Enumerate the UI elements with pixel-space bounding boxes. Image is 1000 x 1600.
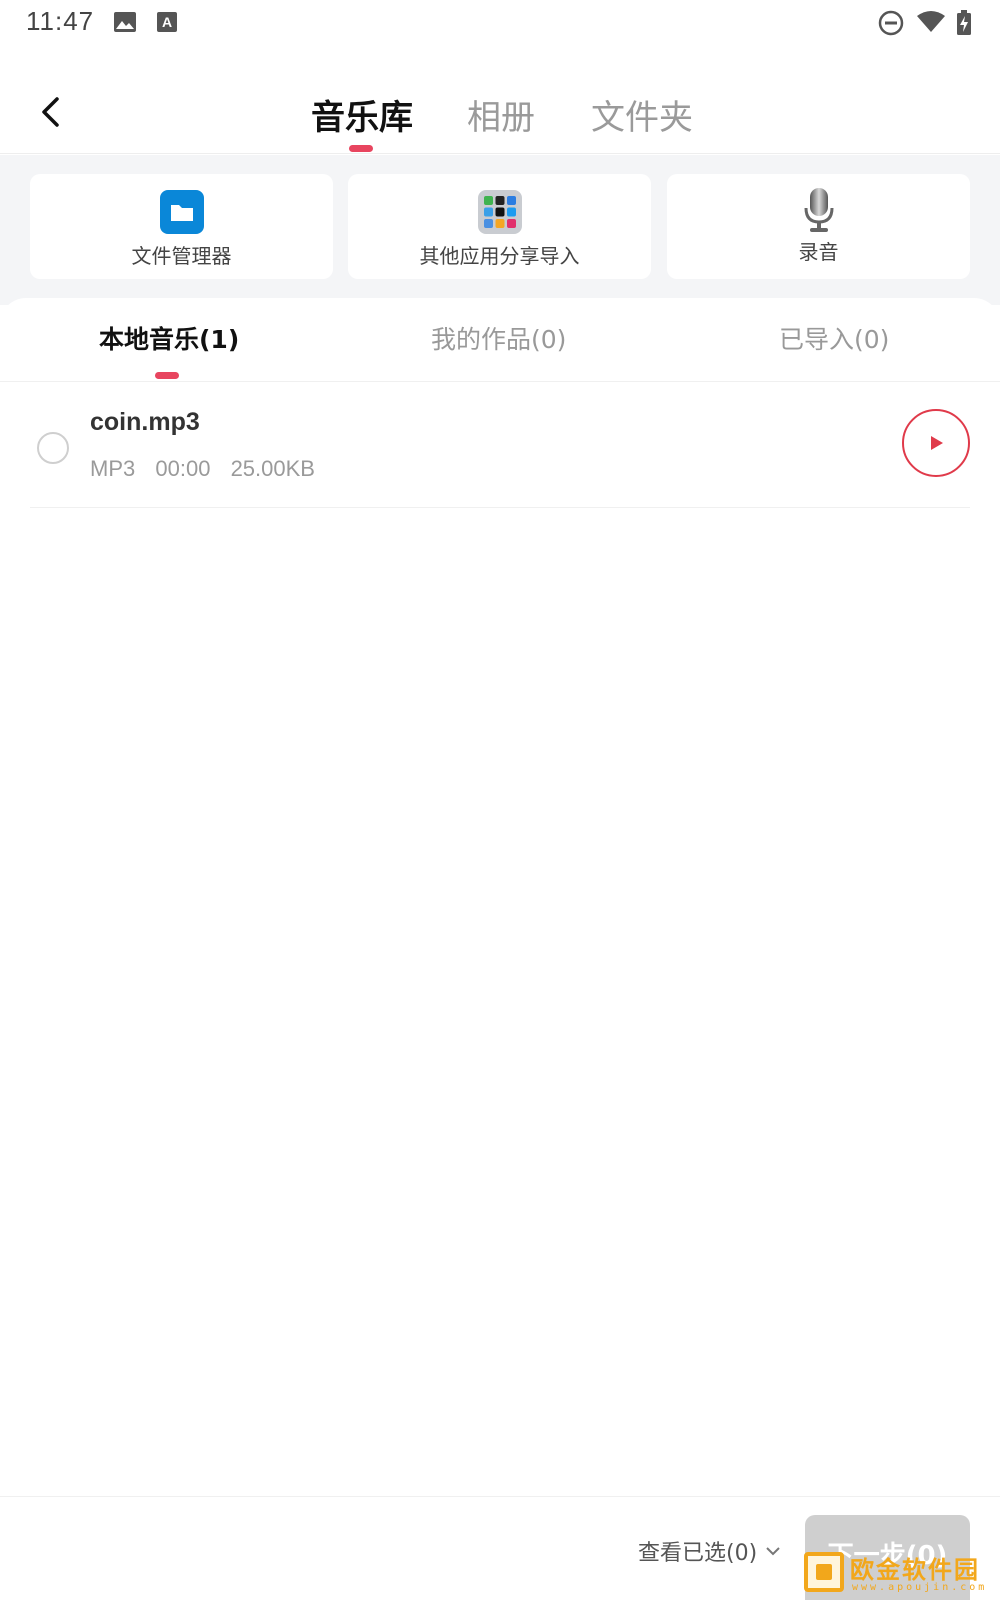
- file-manager-button[interactable]: 文件管理器: [30, 174, 333, 279]
- view-selected-label: 查看已选(0): [638, 1541, 758, 1566]
- view-selected-button[interactable]: 查看已选(0): [638, 1535, 781, 1567]
- back-button[interactable]: [28, 90, 72, 134]
- status-bar: 11:47 A: [0, 0, 1000, 48]
- chevron-down-icon: [766, 1547, 780, 1556]
- wifi-icon: [916, 10, 946, 38]
- top-nav: 音乐库 相册 文件夹: [0, 48, 1000, 154]
- svg-text:A: A: [162, 14, 172, 30]
- battery-charging-icon: [956, 10, 972, 40]
- file-meta: MP3 00:00 25.00KB: [90, 456, 329, 482]
- watermark-logo-icon: [804, 1552, 844, 1592]
- tab-my-works[interactable]: 我的作品(0): [431, 320, 566, 356]
- active-tab-indicator: [349, 145, 373, 152]
- music-list-sheet: 本地音乐(1) 我的作品(0) 已导入(0) coin.mp3 MP3 00:0…: [0, 298, 1000, 1600]
- card-label: 文件管理器: [131, 244, 232, 268]
- active-sub-tab-indicator: [155, 372, 179, 379]
- tab-local-music[interactable]: 本地音乐(1): [99, 320, 239, 356]
- text-a-icon: A: [156, 10, 178, 38]
- microphone-icon: [797, 186, 841, 232]
- select-radio[interactable]: [37, 432, 69, 464]
- image-icon: [113, 10, 137, 38]
- card-label: 其他应用分享导入: [419, 244, 580, 268]
- watermark: 欧金软件园 www.apoujin.com: [800, 1548, 998, 1598]
- app-grid-icon: [477, 190, 522, 234]
- file-duration: 00:00: [155, 456, 211, 481]
- status-time: 11:47: [26, 6, 95, 36]
- sub-tabs: 本地音乐(1) 我的作品(0) 已导入(0): [0, 298, 1000, 382]
- folder-icon: [159, 190, 204, 234]
- play-icon: [931, 436, 943, 450]
- import-sources: 文件管理器 其他应用分享导入 录音: [0, 155, 1000, 305]
- do-not-disturb-icon: [878, 10, 904, 40]
- record-audio-button[interactable]: 录音: [667, 174, 970, 279]
- tab-folder[interactable]: 文件夹: [591, 90, 693, 139]
- watermark-text: 欧金软件园: [850, 1556, 980, 1584]
- chevron-left-icon: [42, 97, 59, 127]
- play-button[interactable]: [902, 409, 970, 477]
- list-item[interactable]: coin.mp3 MP3 00:00 25.00KB: [30, 382, 970, 508]
- watermark-url: www.apoujin.com: [852, 1582, 988, 1593]
- tab-imported[interactable]: 已导入(0): [779, 320, 889, 356]
- file-format: MP3: [90, 456, 136, 481]
- file-size: 25.00KB: [230, 456, 315, 481]
- file-name: coin.mp3: [90, 408, 200, 436]
- card-label: 录音: [798, 240, 839, 264]
- other-app-share-import-button[interactable]: 其他应用分享导入: [348, 174, 651, 279]
- tab-album[interactable]: 相册: [467, 90, 535, 139]
- tab-music-library[interactable]: 音乐库: [311, 90, 413, 139]
